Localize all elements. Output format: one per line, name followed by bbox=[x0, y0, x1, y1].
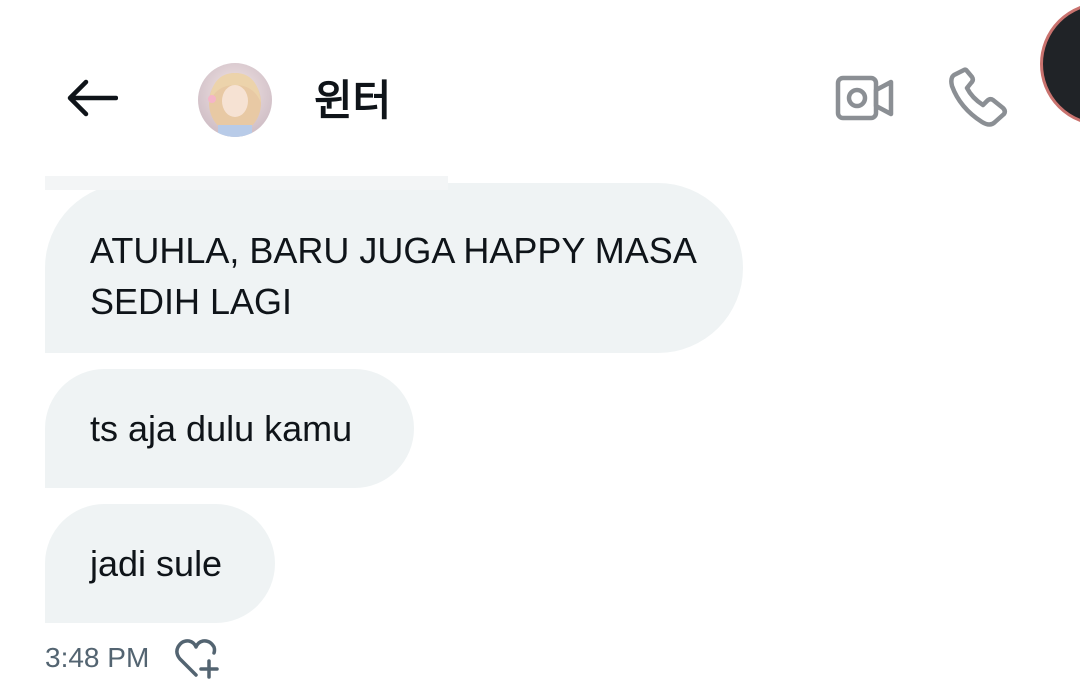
video-camera-icon bbox=[835, 75, 894, 121]
phone-icon bbox=[949, 67, 1008, 127]
arrow-left-icon bbox=[67, 79, 118, 117]
message-bubble[interactable]: ts aja dulu kamu bbox=[45, 369, 414, 488]
avatar-image bbox=[198, 63, 272, 137]
heart-plus-icon bbox=[175, 639, 220, 679]
message-timestamp: 3:48 PM bbox=[45, 642, 150, 673]
message-text: ts aja dulu kamu bbox=[90, 408, 353, 449]
message-meta: 3:48 PM bbox=[45, 636, 221, 680]
message-bubble[interactable]: jadi sule bbox=[45, 504, 275, 623]
floating-overlay-button[interactable] bbox=[1040, 2, 1080, 126]
video-call-button[interactable] bbox=[830, 70, 900, 126]
dm-conversation-screen: 윈터 ATUHLA, BARU JUGA HAPPY MASA SEDIH LA… bbox=[0, 0, 1080, 693]
message-bubble[interactable]: ATUHLA, BARU JUGA HAPPY MASA SEDIH LAGI bbox=[45, 176, 743, 353]
back-button[interactable] bbox=[58, 70, 124, 126]
message-text: jadi sule bbox=[90, 543, 223, 584]
message-text-line: SEDIH LAGI bbox=[90, 281, 293, 322]
message-text-line: ATUHLA, BARU JUGA HAPPY MASA bbox=[90, 230, 697, 271]
contact-name[interactable]: 윈터 bbox=[314, 72, 391, 130]
voice-call-button[interactable] bbox=[944, 64, 1012, 130]
avatar[interactable] bbox=[198, 63, 272, 137]
bubble-top-strip bbox=[45, 176, 448, 190]
add-reaction-button[interactable] bbox=[173, 636, 221, 680]
